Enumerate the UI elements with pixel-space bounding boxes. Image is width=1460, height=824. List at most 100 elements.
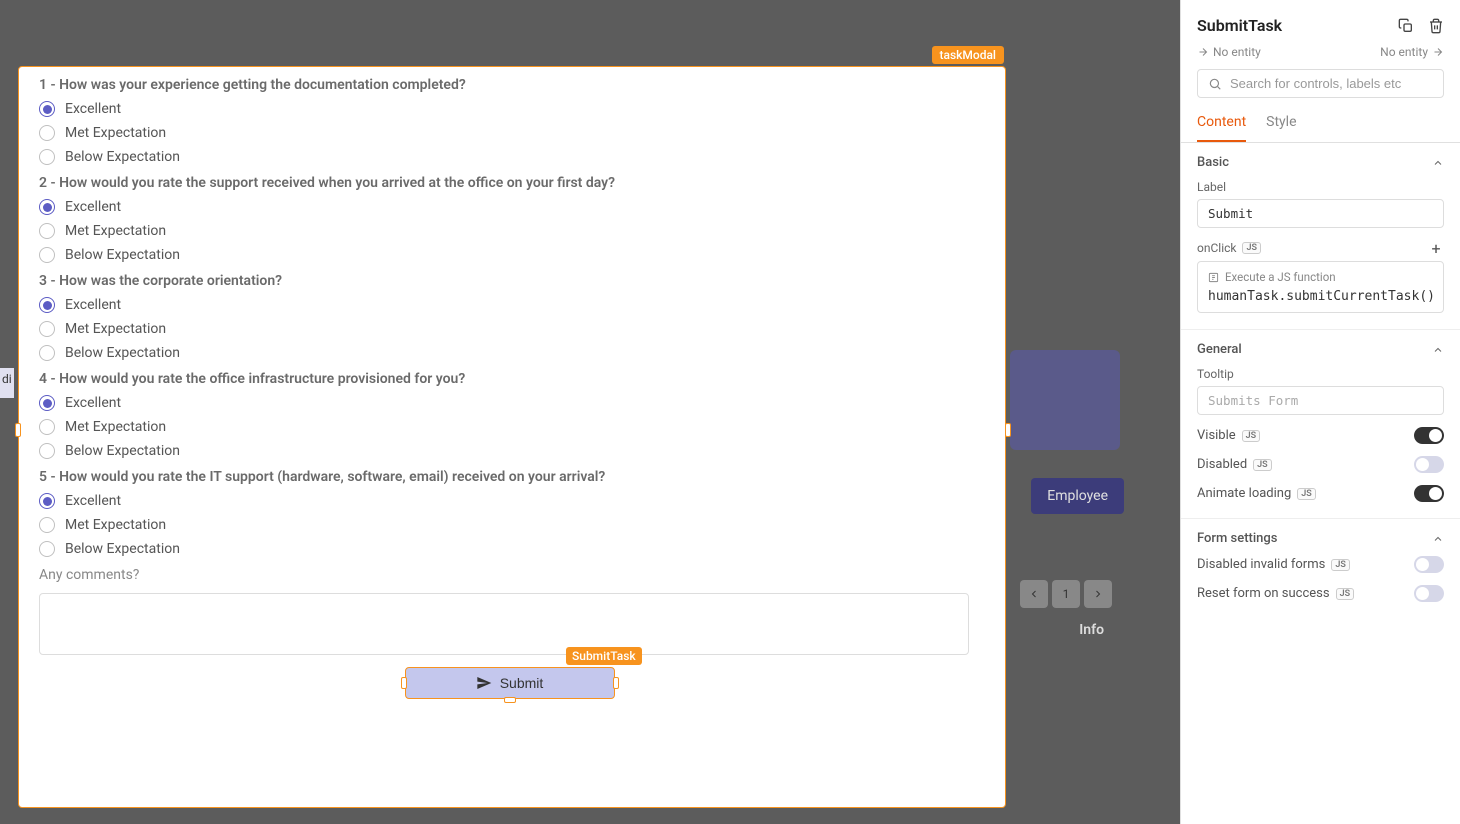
radio-icon (39, 395, 55, 411)
radio-option[interactable]: Below Expectation (39, 345, 985, 361)
section-form-header[interactable]: Form settings (1197, 531, 1444, 546)
radio-icon (39, 443, 55, 459)
question-block: 3 - How was the corporate orientation? Ex… (39, 273, 985, 361)
bg-info-column: Info (1079, 622, 1104, 638)
radio-option[interactable]: Met Expectation (39, 125, 985, 141)
onclick-field-label: onClick JS (1197, 241, 1261, 255)
panel-search[interactable] (1197, 69, 1444, 98)
radio-label: Excellent (65, 395, 121, 411)
radio-option[interactable]: Met Expectation (39, 321, 985, 337)
question-title: 5 - How would you rate the IT support (h… (39, 469, 985, 485)
js-badge[interactable]: JS (1242, 242, 1261, 254)
bg-card (1010, 350, 1120, 450)
chevron-up-icon (1432, 533, 1444, 545)
radio-option[interactable]: Met Expectation (39, 517, 985, 533)
question-block: 1 - How was your experience getting the … (39, 77, 985, 165)
submit-button-label: Submit (500, 675, 544, 691)
radio-icon (39, 149, 55, 165)
radio-option[interactable]: Below Expectation (39, 541, 985, 557)
js-badge[interactable]: JS (1297, 488, 1316, 500)
js-badge[interactable]: JS (1253, 459, 1272, 471)
radio-icon (39, 247, 55, 263)
radio-label: Below Expectation (65, 541, 180, 557)
label-input[interactable] (1197, 199, 1444, 228)
radio-label: Met Expectation (65, 517, 166, 533)
submit-button[interactable]: Submit (405, 667, 615, 699)
search-input[interactable] (1230, 76, 1433, 91)
onclick-action-box[interactable]: Execute a JS function humanTask.submitCu… (1197, 261, 1444, 313)
copy-icon[interactable] (1398, 18, 1414, 34)
section-general: General Tooltip Visible JS Disabled JS A… (1181, 330, 1460, 519)
invalid-forms-label: Disabled invalid forms JS (1197, 557, 1350, 572)
panel-tabs: Content Style (1181, 108, 1460, 143)
visible-label: Visible JS (1197, 428, 1260, 443)
radio-option[interactable]: Excellent (39, 297, 985, 313)
radio-icon (39, 297, 55, 313)
radio-label: Below Expectation (65, 345, 180, 361)
radio-option[interactable]: Excellent (39, 493, 985, 509)
radio-option[interactable]: Below Expectation (39, 247, 985, 263)
js-badge[interactable]: JS (1336, 588, 1355, 600)
question-title: 2 - How would you rate the support recei… (39, 175, 985, 191)
search-icon (1208, 77, 1222, 91)
tab-content[interactable]: Content (1197, 108, 1246, 142)
section-general-header[interactable]: General (1197, 342, 1444, 357)
comments-input[interactable] (39, 593, 969, 655)
section-basic-header[interactable]: Basic (1197, 155, 1444, 170)
bg-left-fragment: di (0, 368, 14, 398)
question-title: 4 - How would you rate the office infras… (39, 371, 985, 387)
js-badge[interactable]: JS (1242, 430, 1261, 442)
label-field-label: Label (1197, 180, 1444, 194)
resize-handle-left[interactable] (401, 677, 407, 689)
radio-label: Met Expectation (65, 419, 166, 435)
radio-label: Excellent (65, 493, 121, 509)
resize-handle-right[interactable] (613, 677, 619, 689)
panel-header: SubmitTask (1181, 0, 1460, 45)
radio-option[interactable]: Excellent (39, 101, 985, 117)
radio-option[interactable]: Excellent (39, 199, 985, 215)
radio-label: Below Expectation (65, 247, 180, 263)
radio-option[interactable]: Met Expectation (39, 223, 985, 239)
chevron-up-icon (1432, 344, 1444, 356)
action-code: humanTask.submitCurrentTask() (1208, 289, 1433, 304)
question-title: 1 - How was your experience getting the … (39, 77, 985, 93)
question-block: 5 - How would you rate the IT support (h… (39, 469, 985, 557)
radio-icon (39, 125, 55, 141)
reset-form-toggle[interactable] (1414, 585, 1444, 602)
entity-right-link[interactable]: No entity (1380, 45, 1444, 59)
radio-option[interactable]: Excellent (39, 395, 985, 411)
question-block: 2 - How would you rate the support recei… (39, 175, 985, 263)
trash-icon[interactable] (1428, 18, 1444, 34)
question-title: 3 - How was the corporate orientation? (39, 273, 985, 289)
invalid-forms-toggle[interactable] (1414, 556, 1444, 573)
task-modal[interactable]: taskModal 1 - How was your experience ge… (18, 48, 1008, 812)
resize-handle-bottom[interactable] (504, 697, 516, 703)
js-badge[interactable]: JS (1331, 559, 1350, 571)
tab-style[interactable]: Style (1266, 108, 1296, 142)
modal-selection-tag: taskModal (932, 46, 1005, 64)
arrow-right-icon (1197, 46, 1209, 58)
radio-icon (39, 345, 55, 361)
properties-panel: SubmitTask No entity No entity Content S… (1180, 0, 1460, 824)
tooltip-field-label: Tooltip (1197, 367, 1444, 381)
entity-left-link[interactable]: No entity (1197, 45, 1261, 59)
visible-toggle[interactable] (1414, 427, 1444, 444)
radio-label: Excellent (65, 297, 121, 313)
bg-employee-button: Employee (1031, 478, 1124, 514)
animate-label: Animate loading JS (1197, 486, 1316, 501)
radio-icon (39, 419, 55, 435)
bg-prev-page (1020, 580, 1048, 608)
animate-toggle[interactable] (1414, 485, 1444, 502)
disabled-toggle[interactable] (1414, 456, 1444, 473)
action-header-text: Execute a JS function (1225, 270, 1336, 284)
add-action-button[interactable]: + (1428, 240, 1444, 256)
tooltip-input[interactable] (1197, 386, 1444, 415)
radio-icon (39, 517, 55, 533)
panel-title: SubmitTask (1197, 16, 1282, 35)
radio-option[interactable]: Below Expectation (39, 149, 985, 165)
radio-option[interactable]: Met Expectation (39, 419, 985, 435)
radio-option[interactable]: Below Expectation (39, 443, 985, 459)
modal-resize-left[interactable] (15, 423, 21, 437)
arrow-right-icon (1432, 46, 1444, 58)
modal-resize-right[interactable] (1005, 423, 1011, 437)
